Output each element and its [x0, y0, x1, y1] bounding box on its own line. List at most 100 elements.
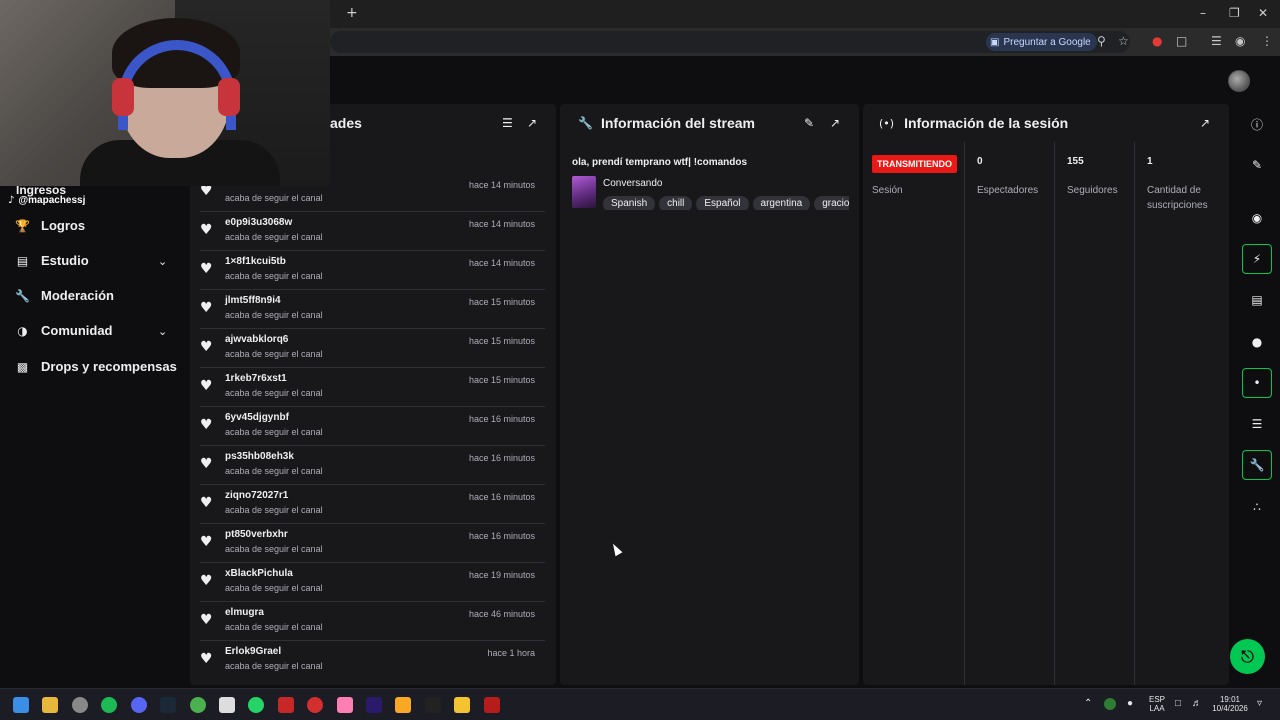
sidebar-item-estudio[interactable]: ▤ Estudio	[16, 253, 89, 268]
heart-icon: ♥	[200, 651, 213, 667]
edit-icon[interactable]: ✎	[804, 116, 814, 130]
lightning-icon[interactable]: ⚡	[1242, 244, 1272, 274]
whatsapp-icon[interactable]	[248, 697, 264, 713]
follower-name[interactable]: elmugra	[225, 607, 264, 618]
activity-description: acaba de seguir el canal	[225, 427, 323, 437]
wrench-icon[interactable]: 🔧	[1242, 450, 1272, 480]
activity-time: hace 16 minutos	[468, 414, 535, 424]
windows-start-icon[interactable]	[13, 697, 29, 713]
activity-description: acaba de seguir el canal	[225, 349, 323, 359]
discord-icon[interactable]	[131, 697, 147, 713]
app-icon[interactable]	[425, 697, 441, 713]
follower-name[interactable]: 1×8f1kcui5tb	[225, 256, 286, 267]
follower-name[interactable]: jlmt5ff8n9i4	[225, 295, 281, 306]
language-indicator[interactable]: ESP LAA	[1147, 695, 1167, 713]
volume-icon[interactable]: ♬	[1192, 699, 1202, 709]
app-icon[interactable]	[484, 697, 500, 713]
activity-time: hace 15 minutos	[468, 297, 535, 307]
ask-google-button[interactable]: ▣ Preguntar a Google	[986, 33, 1097, 51]
user-avatar[interactable]	[1228, 70, 1250, 92]
tab-search-icon[interactable]: ☰	[1211, 34, 1222, 48]
browser-menu-icon[interactable]: ⋮	[1261, 34, 1273, 48]
filter-icon[interactable]: ☰	[502, 116, 513, 130]
chrome-icon[interactable]	[190, 697, 206, 713]
follower-name[interactable]: Erlok9Grael	[225, 646, 281, 657]
extension-icon[interactable]: ●	[1152, 34, 1162, 48]
follower-name[interactable]: e0p9i3u3068w	[225, 217, 292, 228]
tiktok-handle-overlay: ♪ @mapachessj	[8, 195, 85, 206]
app-icon[interactable]	[307, 697, 323, 713]
spotify-icon[interactable]	[101, 697, 117, 713]
tag[interactable]: argentina	[752, 196, 811, 210]
notes-icon[interactable]: ▤	[1242, 285, 1272, 315]
premiere-icon[interactable]	[366, 697, 382, 713]
activity-time: hace 1 hora	[487, 648, 535, 658]
follower-name[interactable]: xBlackPichula	[225, 568, 293, 579]
follower-name[interactable]: pt850verbxhr	[225, 529, 288, 540]
follower-name[interactable]: 6yv45djgynbf	[225, 412, 289, 423]
activity-description: acaba de seguir el canal	[225, 193, 323, 203]
app-icon[interactable]	[454, 697, 470, 713]
layers-icon[interactable]: ☰	[1242, 409, 1272, 439]
extensions-puzzle-icon[interactable]: □	[1176, 34, 1187, 48]
activity-description: acaba de seguir el canal	[225, 388, 323, 398]
capcut-icon[interactable]	[219, 697, 235, 713]
stat-subscriptions: 1 Cantidad de suscripciones	[1134, 142, 1229, 685]
maximize-icon[interactable]: ❐	[1229, 6, 1240, 20]
chevron-down-icon[interactable]: ⌄	[158, 255, 167, 268]
follower-name[interactable]: ps35hb08eh3k	[225, 451, 294, 462]
photos-icon[interactable]	[337, 697, 353, 713]
chevron-down-icon[interactable]: ⌄	[158, 325, 167, 338]
stream-info-title: Información del stream	[600, 115, 755, 131]
list-item: ♥ pt850verbxhr acaba de seguir el canal …	[200, 524, 545, 563]
tiktok-icon: ♪	[8, 195, 15, 206]
category-thumbnail[interactable]	[572, 176, 596, 208]
popout-icon[interactable]: ↗	[527, 116, 537, 130]
broadcast-icon[interactable]: •	[1242, 368, 1272, 398]
minimize-icon[interactable]: –	[1200, 6, 1206, 20]
headset-icon: ⎋	[1241, 646, 1254, 666]
bookmark-star-icon[interactable]: ☆	[1118, 34, 1129, 48]
steam-icon[interactable]	[160, 697, 176, 713]
sidebar-item-drops[interactable]: ▩ Drops y recompensas	[16, 359, 177, 374]
tag[interactable]: chill	[659, 196, 693, 210]
tag[interactable]: gracio	[814, 196, 849, 210]
new-tab-button[interactable]: +	[346, 5, 358, 21]
edit-icon[interactable]: ✎	[1242, 150, 1272, 180]
follower-name[interactable]: 1rkeb7r6xst1	[225, 373, 287, 384]
microphone-icon[interactable]: ●	[1127, 699, 1133, 709]
profile-avatar-icon[interactable]: ◉	[1235, 34, 1245, 48]
github-icon[interactable]	[72, 697, 88, 713]
notification-icon[interactable]: ▿	[1257, 699, 1262, 709]
app-icon[interactable]	[395, 697, 411, 713]
list-item: ♥ e0p9i3u3068w acaba de seguir el canal …	[200, 212, 545, 251]
clock[interactable]: 19:01 10/4/2026	[1210, 695, 1250, 713]
activity-time: hace 14 minutos	[468, 180, 535, 190]
tag[interactable]: Spanish	[603, 196, 656, 210]
sidebar-item-logros[interactable]: 🏆 Logros	[15, 218, 85, 233]
close-icon[interactable]: ✕	[1258, 6, 1268, 20]
tray-chevron-icon[interactable]: ⌃	[1084, 699, 1092, 709]
follower-name[interactable]: ajwvabklorq6	[225, 334, 288, 345]
defender-icon[interactable]	[1104, 698, 1116, 710]
popout-icon[interactable]: ↗	[1200, 116, 1210, 130]
chat-icon[interactable]: ●	[1242, 327, 1272, 357]
list-item: ♥ jlmt5ff8n9i4 acaba de seguir el canal …	[200, 290, 545, 329]
sidebar-item-comunidad[interactable]: ◑ Comunidad	[16, 323, 112, 338]
activity-description: acaba de seguir el canal	[225, 232, 323, 242]
activity-time: hace 15 minutos	[468, 336, 535, 346]
extensions-icon[interactable]: ∴	[1242, 492, 1272, 522]
sidebar-item-moderacion[interactable]: 🔧 Moderación	[15, 288, 114, 303]
zoom-icon[interactable]: ⚲	[1097, 34, 1106, 48]
camera-icon[interactable]: ◉	[1242, 203, 1272, 233]
category-name[interactable]: Conversando	[603, 178, 662, 189]
file-explorer-icon[interactable]	[42, 697, 58, 713]
tag[interactable]: Español	[696, 196, 749, 210]
popout-icon[interactable]: ↗	[830, 116, 840, 130]
network-icon[interactable]: □	[1175, 699, 1181, 709]
help-chat-button[interactable]: ⎋	[1230, 639, 1265, 674]
info-icon[interactable]: ⓘ	[1242, 109, 1272, 139]
session-info-title: Información de la sesión	[904, 115, 1069, 131]
app-icon[interactable]	[278, 697, 294, 713]
follower-name[interactable]: ziqno72027r1	[225, 490, 288, 501]
